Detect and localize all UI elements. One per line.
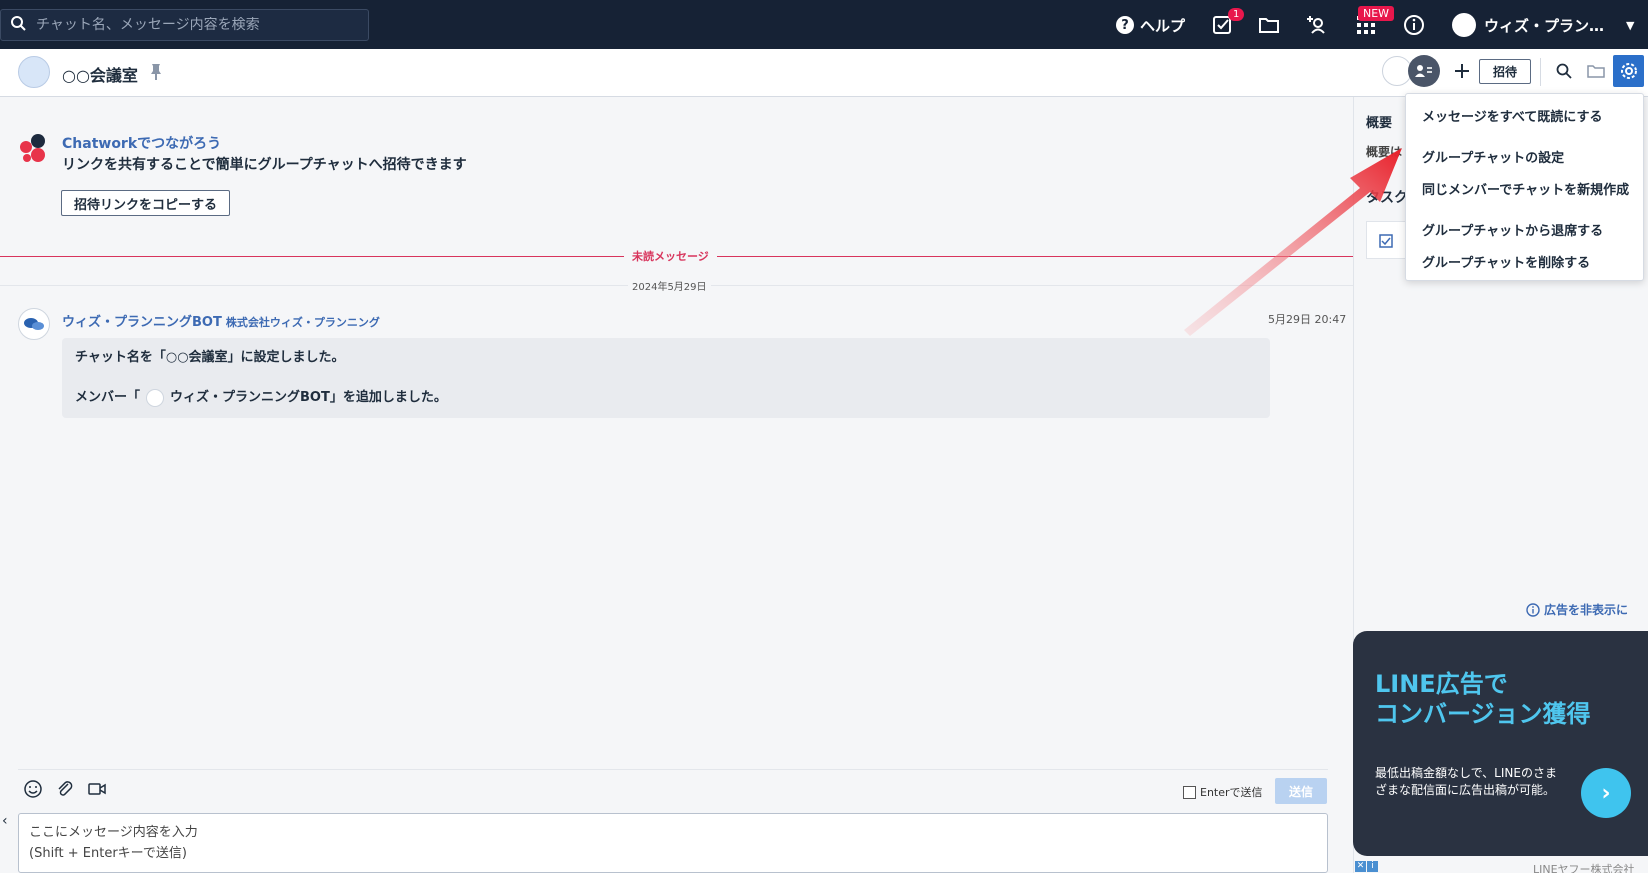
menu-item-leave-group[interactable]: グループチャットから退席する <box>1422 220 1603 239</box>
ad-title: LINE広告で コンバージョン獲得 <box>1375 669 1591 729</box>
enter-send-checkbox[interactable] <box>1183 785 1196 799</box>
menu-item-new-chat-same-members[interactable]: 同じメンバーでチャットを新規作成 <box>1422 179 1629 198</box>
hide-ad-link[interactable]: 広告を非表示に <box>1526 601 1628 618</box>
message-input[interactable]: ここにメッセージ内容を入力 (Shift + Enterキーで送信) <box>18 813 1328 873</box>
ad-title-line-1: LINE広告で <box>1375 670 1508 698</box>
account-name: ウィズ・プラン… <box>1484 16 1605 35</box>
ad-body: 最低出稿金額なしで、LINEのさまざまな配信面に広告出稿が可能。 <box>1375 766 1557 797</box>
member-list-icon <box>1415 65 1432 77</box>
info-icon <box>1404 15 1424 35</box>
ad-title-line-2: コンバージョン獲得 <box>1375 700 1591 728</box>
account-menu[interactable]: ウィズ・プラン… ▼ <box>1452 11 1634 39</box>
chatwork-logo-icon <box>18 133 48 163</box>
search-box[interactable] <box>0 9 369 41</box>
ad-advertiser: LINEヤフー株式会社 <box>1533 863 1635 873</box>
hide-ad-label: 広告を非表示に <box>1544 603 1629 617</box>
enter-send-label: Enterで送信 <box>1200 786 1263 799</box>
overview-title: 概要 <box>1366 116 1393 131</box>
search-icon <box>1556 63 1572 79</box>
bot-logo-icon <box>24 318 44 330</box>
pin-icon[interactable] <box>150 63 164 81</box>
message-input-placeholder-2: (Shift + Enterキーで送信) <box>29 846 187 861</box>
account-avatar <box>1452 13 1476 37</box>
message-sender[interactable]: ウィズ・プランニングBOT 株式会社ウィズ・プランニング <box>62 311 380 330</box>
annotation-arrow <box>1184 148 1402 336</box>
menu-item-group-settings[interactable]: グループチャットの設定 <box>1422 147 1564 166</box>
task-badge: 1 <box>1228 8 1245 21</box>
room-files-button[interactable] <box>1584 58 1608 84</box>
mention-avatar <box>146 389 165 407</box>
collapse-left-icon[interactable]: ‹ <box>2 813 8 829</box>
advertisement[interactable]: LINE広告で コンバージョン獲得 最低出稿金額なしで、LINEのさまざまな配信… <box>1353 631 1648 856</box>
message-line-2-prefix: メンバー「 <box>75 390 141 405</box>
help-icon: ? <box>1116 16 1134 34</box>
room-title: ○○会議室 <box>62 66 138 85</box>
send-button[interactable]: 送信 <box>1275 778 1327 804</box>
message-mention-name[interactable]: ウィズ・プランニングBOT <box>170 388 330 408</box>
room-header: ○○会議室 招待 <box>0 49 1648 97</box>
add-member-button[interactable] <box>1450 58 1474 84</box>
room-avatar[interactable] <box>18 56 50 88</box>
sender-name: ウィズ・プランニングBOT <box>62 315 222 330</box>
message-line-1: チャット名を「○○会議室」に設定しました。 <box>75 350 345 365</box>
info-button[interactable] <box>1403 11 1425 39</box>
file-button[interactable] <box>1258 11 1280 39</box>
copy-invite-link-button[interactable]: 招待リンクをコピーする <box>61 190 231 216</box>
promo-subtitle: リンクを共有することで簡単にグループチャットへ招待できます <box>62 157 467 173</box>
date-label: 2024年5月29日 <box>628 278 711 293</box>
chevron-right-icon[interactable]: › <box>1581 768 1631 818</box>
info-icon <box>1526 602 1540 617</box>
folder-icon <box>1587 65 1605 78</box>
search-input[interactable] <box>36 17 356 33</box>
menu-item-delete-group[interactable]: グループチャットを削除する <box>1422 252 1590 271</box>
ad-close-icon[interactable]: ✕ <box>1355 861 1366 872</box>
chevron-down-icon: ▼ <box>1626 18 1635 32</box>
header-divider <box>1540 58 1541 86</box>
member-list-button[interactable] <box>1408 55 1440 87</box>
folder-icon <box>1259 18 1279 33</box>
video-call-icon[interactable] <box>88 781 106 801</box>
chat-timeline: Chatworkでつながろう リンクを共有することで簡単にグループチャットへ招待… <box>0 97 1353 873</box>
sender-organization: 株式会社ウィズ・プランニング <box>225 316 380 329</box>
unread-label: 未読メッセージ <box>624 248 717 264</box>
help-label: ヘルプ <box>1140 16 1186 35</box>
settings-dropdown-menu: メッセージをすべて既読にする グループチャットの設定 同じメンバーでチャットを新… <box>1405 93 1644 281</box>
task-button[interactable]: 1 <box>1212 8 1245 39</box>
search-icon <box>11 15 26 35</box>
ad-info-icon[interactable]: i <box>1367 861 1378 872</box>
top-bar: ? ヘルプ 1 NEW ウィズ・プラン… ▼ <box>0 0 1648 49</box>
promo-title: Chatworkでつながろう <box>62 136 222 152</box>
gear-icon <box>1620 63 1637 79</box>
attachment-icon[interactable] <box>56 780 74 802</box>
add-contact-icon <box>1307 16 1325 34</box>
composer-toolbar <box>18 769 1328 805</box>
ad-footer: ✕ i LINEヤフー株式会社 <box>1353 860 1648 873</box>
apps-button[interactable]: NEW <box>1356 6 1395 39</box>
message-line-2: メンバー「 ウィズ・プランニングBOT 」を追加しました。 <box>75 388 1257 408</box>
contact-add-button[interactable] <box>1306 11 1328 39</box>
bot-avatar[interactable] <box>18 308 50 340</box>
message-line-2-suffix: 」を追加しました。 <box>329 390 447 405</box>
message-input-placeholder-1: ここにメッセージ内容を入力 <box>29 825 198 840</box>
enter-send-toggle[interactable]: Enterで送信 <box>1183 784 1263 800</box>
emoji-icon[interactable] <box>24 780 42 802</box>
room-settings-button[interactable] <box>1613 55 1644 87</box>
help-link[interactable]: ? ヘルプ <box>1116 11 1185 39</box>
plus-icon <box>1455 64 1469 78</box>
room-search-button[interactable] <box>1552 58 1576 84</box>
menu-item-mark-all-read[interactable]: メッセージをすべて既読にする <box>1422 106 1602 125</box>
new-badge: NEW <box>1358 6 1395 21</box>
invite-button[interactable]: 招待 <box>1479 59 1531 84</box>
message-body: チャット名を「○○会議室」に設定しました。 メンバー「 ウィズ・プランニングBO… <box>62 338 1270 418</box>
